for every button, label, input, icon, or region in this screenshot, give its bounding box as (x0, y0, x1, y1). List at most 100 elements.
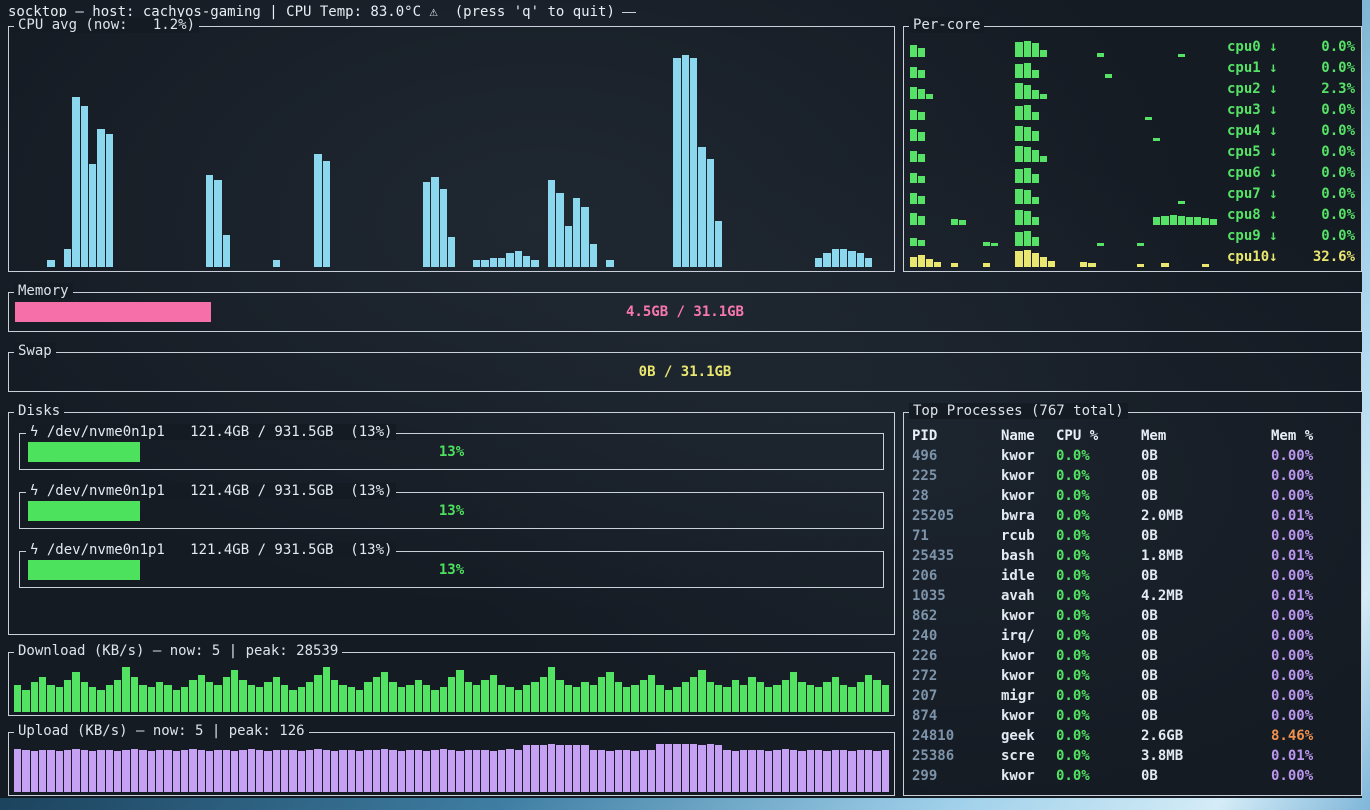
history-bar (56, 751, 63, 792)
history-bar (1105, 74, 1112, 78)
history-bar (231, 670, 238, 713)
history-bar (515, 750, 522, 792)
history-bar (64, 750, 71, 792)
history-bar (490, 258, 497, 267)
history-bar (431, 690, 438, 713)
cpu-avg-panel: CPU avg (now: 1.2%) (8, 26, 895, 272)
top-processes-label: Top Processes (767 total) (909, 403, 1128, 419)
history-bar (910, 87, 917, 99)
process-mempct: 0.01% (1271, 508, 1357, 524)
history-bar (723, 750, 730, 792)
history-bar (918, 48, 925, 57)
history-bar (114, 751, 121, 793)
history-bar (1024, 190, 1031, 204)
history-bar (281, 750, 288, 793)
process-mem: 0B (1141, 468, 1271, 484)
history-bar (97, 750, 104, 792)
history-bar (732, 680, 739, 713)
process-row: 225kwor0.0%0B0.00% (912, 466, 1357, 486)
history-bar (1048, 261, 1055, 267)
history-bar (156, 750, 163, 793)
history-bar (918, 216, 925, 225)
process-pid: 24810 (912, 728, 1001, 744)
disk-label: ϟ /dev/nvme0n1p1 121.4GB / 931.5GB (13%) (26, 542, 396, 558)
history-bar (807, 750, 814, 792)
history-bar (1032, 174, 1039, 183)
process-pid: 225 (912, 468, 1001, 484)
history-bar (490, 751, 497, 793)
history-bar (498, 258, 505, 267)
history-bar (223, 235, 230, 267)
process-mem: 0B (1141, 608, 1271, 624)
memory-usage-text: 4.5GB / 31.1GB (9, 302, 1361, 322)
process-mem: 4.2MB (1141, 588, 1271, 604)
process-mem: 3.8MB (1141, 748, 1271, 764)
history-bar (1032, 90, 1039, 99)
history-bar (64, 249, 71, 267)
history-bar (556, 680, 563, 713)
history-bar (481, 260, 488, 267)
process-pid: 862 (912, 608, 1001, 624)
history-bar (690, 677, 697, 712)
history-bar (640, 750, 647, 792)
history-bar (1032, 237, 1039, 246)
history-bar (748, 677, 755, 712)
history-bar (910, 193, 917, 204)
core-value: 0.0% (1321, 101, 1355, 120)
history-bar (707, 744, 714, 792)
history-bar (22, 690, 29, 713)
process-row: 496kwor0.0%0B0.00% (912, 446, 1357, 466)
history-bar (823, 253, 830, 267)
history-bar (951, 219, 958, 225)
history-bar (1032, 150, 1039, 162)
history-bar (540, 745, 547, 792)
history-bar (1137, 243, 1144, 246)
history-bar (248, 749, 255, 792)
core-name: cpu5 ↓ (1227, 143, 1278, 162)
history-bar (882, 750, 889, 792)
history-bar (114, 680, 121, 713)
history-bar (840, 750, 847, 792)
history-bar (248, 685, 255, 713)
history-bar (239, 680, 246, 713)
history-bar (740, 685, 747, 713)
history-bar (1024, 211, 1031, 225)
history-bar (1015, 251, 1022, 267)
disks-panel: Disks ϟ /dev/nvme0n1p1 121.4GB / 931.5GB… (8, 412, 895, 635)
history-bar (306, 750, 313, 792)
history-bar (565, 745, 572, 792)
process-cpu: 0.0% (1056, 608, 1141, 624)
history-bar (506, 749, 513, 792)
history-bar (590, 244, 597, 267)
history-bar (264, 682, 271, 712)
history-bar (910, 173, 917, 183)
core-history-chart (910, 124, 1217, 141)
history-bar (707, 159, 714, 267)
terminal-window[interactable]: socktop — host: cachyos-gaming | CPU Tem… (0, 0, 1362, 798)
history-bar (465, 682, 472, 712)
history-bar (707, 682, 714, 712)
history-bar (556, 745, 563, 793)
history-bar (682, 55, 689, 267)
history-bar (815, 258, 822, 267)
history-bar (314, 675, 321, 713)
history-bar (815, 687, 822, 712)
process-name: kwor (1001, 468, 1056, 484)
history-bar (1097, 243, 1104, 246)
disk-gauge: ϟ /dev/nvme0n1p1 121.4GB / 931.5GB (13%)… (19, 492, 884, 529)
history-bar (473, 260, 480, 267)
history-bar (765, 751, 772, 793)
process-name: kwor (1001, 708, 1056, 724)
swap-label: Swap (14, 343, 56, 359)
history-bar (590, 685, 597, 713)
history-bar (173, 690, 180, 713)
history-bar (431, 177, 438, 267)
history-bar (72, 97, 79, 267)
history-bar (181, 687, 188, 712)
process-row: 862kwor0.0%0B0.00% (912, 606, 1357, 626)
core-row: cpu4 ↓0.0% (910, 121, 1355, 141)
process-cpu: 0.0% (1056, 548, 1141, 564)
history-bar (81, 682, 88, 712)
history-bar (456, 670, 463, 713)
history-bar (631, 685, 638, 713)
